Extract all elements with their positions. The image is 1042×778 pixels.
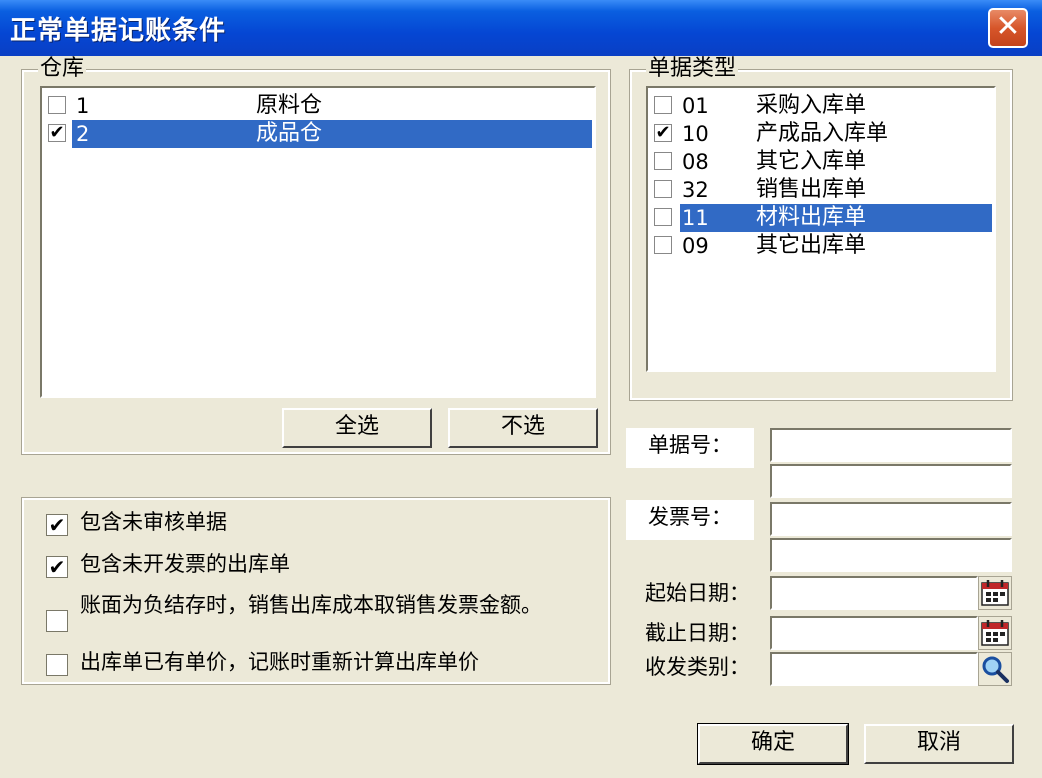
item-name: 采购入库单 [756, 93, 867, 118]
item-checkbox[interactable] [654, 236, 672, 254]
invoice-no-to-input[interactable] [770, 538, 1012, 572]
list-item[interactable]: 1 原料仓 [46, 92, 586, 120]
option-label: 账面为负结存时，销售出库成本取销售发票金额。 [80, 593, 542, 617]
start-date-input[interactable] [770, 576, 978, 610]
start-date-calendar-button[interactable] [978, 576, 1012, 610]
doc-no-from-input[interactable] [770, 428, 1012, 462]
item-checkbox[interactable] [48, 96, 66, 114]
warehouse-group-label: 仓库 [38, 56, 87, 82]
item-name: 其它出库单 [756, 233, 867, 258]
item-code: 2 [76, 122, 90, 146]
window-title: 正常单据记账条件 [10, 16, 227, 46]
item-code: 10 [682, 122, 709, 146]
list-item[interactable]: 11 材料出库单 [652, 204, 992, 232]
item-checkbox[interactable] [654, 96, 672, 114]
end-date-input[interactable] [770, 616, 978, 650]
dialog-window: 正常单据记账条件 ✕ 仓库 1 原料仓 ✔ 2 成品仓 全选 不选 单据类型 01 采购入… [0, 0, 1042, 778]
select-all-button[interactable]: 全选 [282, 408, 432, 448]
end-date-label: 截止日期： [645, 621, 750, 645]
ok-button[interactable]: 确定 [697, 723, 849, 765]
item-checkbox[interactable]: ✔ [654, 124, 672, 142]
start-date-label: 起始日期： [645, 581, 750, 605]
list-item[interactable]: 32 销售出库单 [652, 176, 986, 204]
item-checkbox[interactable]: ✔ [48, 124, 66, 142]
doc-type-group-label: 单据类型 [646, 56, 739, 82]
search-icon [982, 656, 1009, 683]
item-name: 成品仓 [256, 121, 323, 146]
calendar-icon [981, 620, 1009, 646]
item-code: 08 [682, 150, 709, 174]
option-checkbox[interactable]: ✔ [46, 556, 68, 578]
list-item[interactable]: 09 其它出库单 [652, 232, 986, 260]
item-checkbox[interactable] [654, 180, 672, 198]
doc-type-list[interactable]: 01 采购入库单 ✔ 10 产成品入库单 08 其它入库单 32 销售出库单 11 材料出库单 09 其… [646, 86, 996, 372]
item-checkbox[interactable] [654, 208, 672, 226]
option-label: 包含未审核单据 [80, 510, 227, 534]
option-label: 出库单已有单价，记账时重新计算出库单价 [80, 650, 479, 674]
item-name: 销售出库单 [756, 177, 867, 202]
list-item[interactable]: ✔ 10 产成品入库单 [652, 120, 986, 148]
list-item[interactable]: ✔ 2 成品仓 [46, 120, 592, 148]
invoice-no-label: 发票号： [626, 500, 754, 540]
item-code: 09 [682, 234, 709, 258]
option-label: 包含未开发票的出库单 [80, 552, 290, 576]
option-checkbox[interactable] [46, 654, 68, 676]
select-none-button[interactable]: 不选 [448, 408, 598, 448]
item-code: 11 [682, 206, 709, 230]
item-code: 32 [682, 178, 709, 202]
category-label: 收发类别： [645, 655, 750, 679]
option-checkbox[interactable] [46, 610, 68, 632]
invoice-no-from-input[interactable] [770, 502, 1012, 536]
item-name: 材料出库单 [756, 205, 867, 230]
item-name: 其它入库单 [756, 149, 867, 174]
calendar-icon [981, 580, 1009, 606]
list-item[interactable]: 01 采购入库单 [652, 92, 986, 120]
doc-no-label: 单据号： [626, 428, 754, 468]
item-checkbox[interactable] [654, 152, 672, 170]
selection-highlight [72, 120, 592, 148]
category-input[interactable] [770, 652, 978, 686]
item-code: 01 [682, 94, 709, 118]
category-lookup-button[interactable] [978, 652, 1012, 686]
list-item[interactable]: 08 其它入库单 [652, 148, 986, 176]
item-name: 产成品入库单 [756, 121, 889, 146]
doc-no-to-input[interactable] [770, 464, 1012, 498]
option-checkbox[interactable]: ✔ [46, 514, 68, 536]
item-code: 1 [76, 94, 90, 118]
item-name: 原料仓 [256, 93, 323, 118]
title-bar[interactable]: 正常单据记账条件 ✕ [0, 0, 1042, 56]
cancel-button[interactable]: 取消 [864, 724, 1014, 764]
close-button[interactable]: ✕ [988, 8, 1028, 48]
close-icon: ✕ [995, 9, 1021, 44]
warehouse-list[interactable]: 1 原料仓 ✔ 2 成品仓 [40, 86, 596, 398]
end-date-calendar-button[interactable] [978, 616, 1012, 650]
